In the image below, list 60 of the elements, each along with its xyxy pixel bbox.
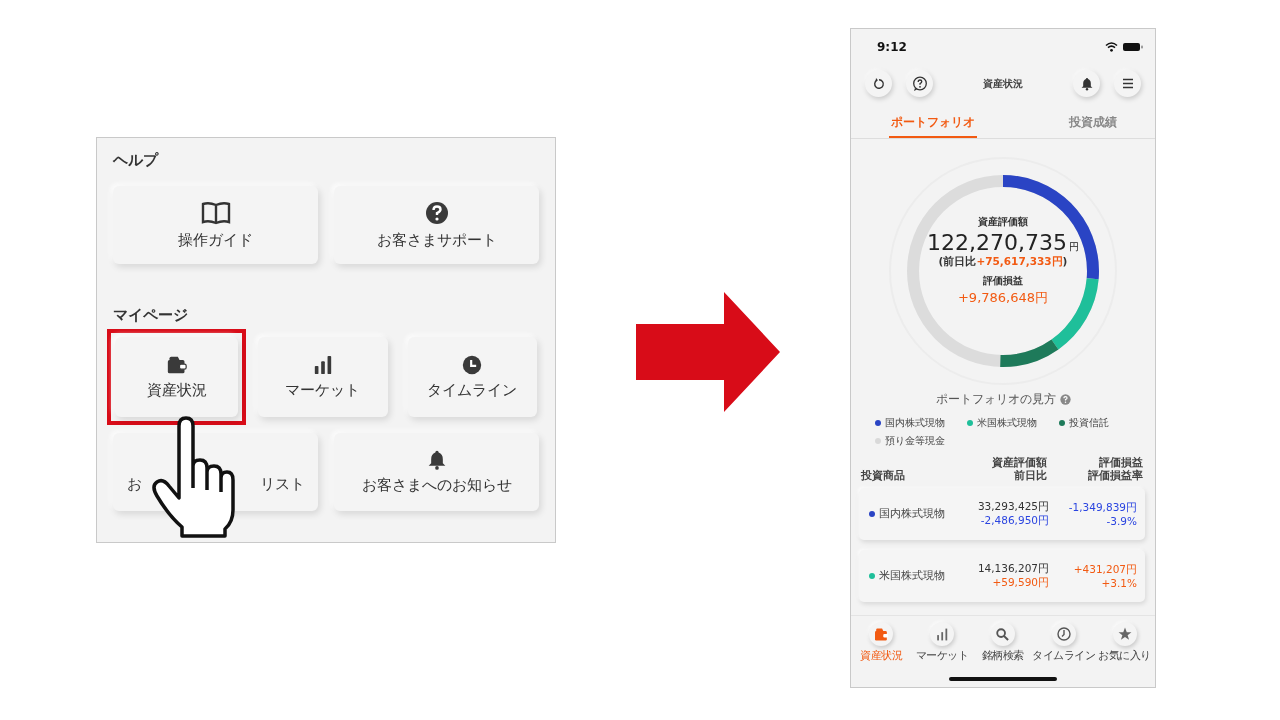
- asset-value: 33,293,425円: [977, 500, 1049, 515]
- wifi-icon: [1105, 42, 1118, 52]
- portfolio-help-link[interactable]: ポートフォリオの見方: [935, 391, 1056, 408]
- legend-label: 国内株式現物: [885, 416, 945, 430]
- refresh-icon: [872, 77, 885, 90]
- screen-title: 資産状況: [983, 76, 1023, 91]
- menu-card[interactable]: タイムライン: [407, 337, 537, 417]
- profit-loss: +431,207円: [1073, 563, 1137, 578]
- clock-icon: [462, 354, 483, 375]
- holding-row[interactable]: 米国株式現物 14,136,207円 +59,590円 +431,207円 +3.1%: [859, 550, 1145, 603]
- battery-icon: [1123, 42, 1143, 52]
- menu-card[interactable]: お客さまサポート: [334, 186, 539, 264]
- column-header: 評価損益率: [1088, 469, 1143, 483]
- legend-label: 預り金等現金: [885, 434, 945, 448]
- asset-value: 14,136,207円: [977, 562, 1049, 577]
- menu-card[interactable]: お客さまへのお知らせ: [334, 433, 539, 511]
- bar-chart-icon: [935, 627, 949, 641]
- arrow-icon: [636, 292, 780, 412]
- menu-button[interactable]: [1114, 70, 1141, 97]
- profit-loss: -1,349,839円: [1068, 501, 1137, 516]
- profit-label: 評価損益: [983, 274, 1023, 288]
- clock-icon: [1056, 627, 1071, 641]
- wallet-icon: [166, 354, 187, 375]
- help-chat-icon: [911, 75, 928, 92]
- section-title: マイページ: [113, 306, 189, 325]
- refresh-button[interactable]: [865, 70, 892, 97]
- category-name: 国内株式現物: [879, 507, 945, 522]
- menu-card[interactable]: 操作ガイド: [113, 186, 318, 264]
- notification-button[interactable]: [1073, 70, 1100, 97]
- section-title: ヘルプ: [113, 151, 160, 170]
- star-icon: [1117, 627, 1132, 641]
- day-change: +59,590円: [992, 576, 1049, 591]
- help-icon: [1059, 394, 1071, 405]
- help-button[interactable]: [906, 70, 933, 97]
- category-name: 米国株式現物: [879, 569, 945, 584]
- menu-icon: [1121, 78, 1134, 89]
- column-header: 評価損益: [1099, 456, 1143, 469]
- total-amount: 122,270,735 円: [927, 230, 1079, 255]
- legend-label: 投資信託: [1069, 416, 1109, 430]
- book-icon: [200, 200, 231, 225]
- wallet-icon: [873, 627, 889, 641]
- holding-row[interactable]: 国内株式現物 33,293,425円 -2,486,950円 -1,349,839円 -3.9%: [859, 488, 1145, 541]
- total-label: 資産評価額: [978, 215, 1028, 229]
- bell-icon: [1080, 76, 1093, 91]
- column-header: 前日比: [1014, 469, 1047, 483]
- profit-loss-rate: -3.9%: [1106, 515, 1137, 528]
- search-icon: [996, 627, 1010, 641]
- column-header: 資産評価額: [992, 456, 1047, 470]
- bell-icon: [426, 449, 447, 470]
- menu-card[interactable]: マーケット: [258, 337, 388, 417]
- column-header: 投資商品: [861, 469, 906, 483]
- bar-chart-icon: [312, 354, 333, 375]
- legend-label: 米国株式現物: [977, 416, 1037, 430]
- nav-item[interactable]: お気に入り: [1094, 622, 1155, 687]
- day-change-text: (前日比+75,617,333円): [938, 255, 1068, 269]
- status-time: 9:12: [877, 40, 907, 54]
- menu-card[interactable]: 資産状況: [115, 337, 238, 417]
- profit-amount: +9,786,648円: [957, 289, 1049, 307]
- day-change: -2,486,950円: [980, 514, 1049, 529]
- profit-loss-rate: +3.1%: [1101, 577, 1137, 590]
